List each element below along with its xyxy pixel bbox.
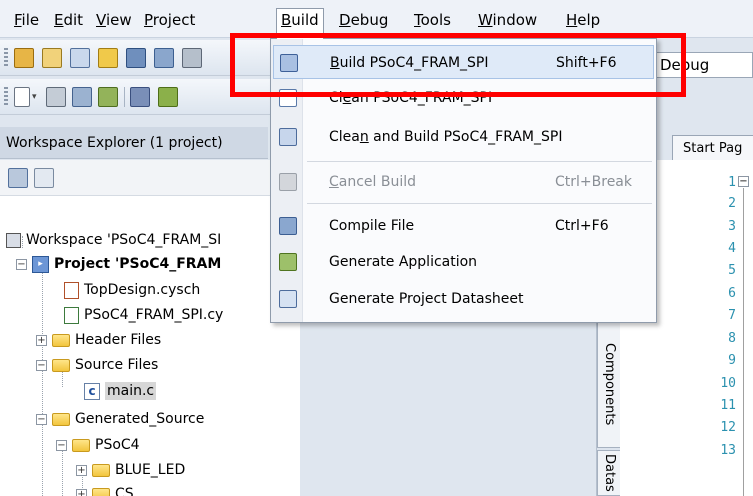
line-number: 5 bbox=[728, 263, 736, 278]
cancel-build-icon bbox=[279, 173, 297, 191]
folder-icon bbox=[72, 438, 90, 452]
new-workspace-icon[interactable] bbox=[14, 48, 34, 68]
menu-item-cancel-build[interactable]: Cancel Build Ctrl+Break bbox=[273, 165, 654, 199]
datasheet-icon bbox=[279, 290, 297, 308]
collapse-toggle[interactable]: − bbox=[16, 258, 27, 270]
menu-window[interactable]: Window bbox=[474, 9, 541, 33]
line-number: 11 bbox=[720, 398, 736, 413]
menu-item-build-project[interactable]: Build PSoC4_FRAM_SPI Shift+F6 bbox=[273, 45, 654, 79]
toolbar-grip[interactable] bbox=[4, 87, 8, 107]
cut-icon[interactable] bbox=[46, 87, 66, 107]
line-number: 1 bbox=[728, 175, 736, 190]
menu-debug[interactable]: Debug bbox=[335, 9, 392, 33]
configuration-combo[interactable]: Debug bbox=[655, 52, 753, 78]
line-number: 2 bbox=[728, 196, 736, 211]
tree-item-main-c[interactable]: c main.c bbox=[84, 379, 157, 403]
build-menu-dropdown: Build PSoC4_FRAM_SPI Shift+F6 Clean PSoC… bbox=[270, 38, 657, 323]
expand-toggle[interactable]: + bbox=[76, 488, 87, 496]
fold-guide bbox=[743, 188, 744, 496]
tree-item-blue-led[interactable]: + BLUE_LED bbox=[76, 458, 185, 482]
fold-toggle[interactable]: − bbox=[738, 176, 749, 187]
tree-item-design-wide[interactable]: PSoC4_FRAM_SPI.cy bbox=[64, 303, 223, 327]
print-icon[interactable] bbox=[182, 48, 202, 68]
menu-project[interactable]: Project bbox=[140, 9, 199, 33]
save-icon[interactable] bbox=[126, 48, 146, 68]
debug-bug-icon[interactable] bbox=[158, 87, 178, 107]
tree-item-cs[interactable]: + CS bbox=[76, 482, 134, 496]
menu-view[interactable]: View bbox=[92, 9, 136, 33]
build-icon bbox=[280, 54, 298, 72]
line-number: 9 bbox=[728, 353, 736, 368]
menu-help[interactable]: Help bbox=[562, 9, 604, 33]
collapse-toggle[interactable]: − bbox=[56, 439, 67, 451]
menu-edit[interactable]: Edit bbox=[50, 9, 87, 33]
collapse-all-icon[interactable] bbox=[8, 168, 28, 188]
workspace-toolbar bbox=[0, 160, 300, 196]
copy-icon[interactable] bbox=[72, 87, 92, 107]
folder-icon bbox=[52, 358, 70, 372]
menu-item-generate-datasheet[interactable]: Generate Project Datasheet bbox=[273, 282, 654, 316]
open-icon[interactable] bbox=[98, 48, 118, 68]
new-file-icon[interactable] bbox=[70, 48, 90, 68]
collapse-toggle[interactable]: − bbox=[36, 413, 47, 425]
menu-item-clean-project[interactable]: Clean PSoC4_FRAM_SPI bbox=[273, 81, 654, 115]
folder-icon bbox=[52, 412, 70, 426]
program-icon[interactable] bbox=[130, 87, 150, 107]
menu-bar: File Edit View Project Build Debug Tools… bbox=[0, 0, 753, 39]
tab-start-page[interactable]: Start Pag bbox=[672, 135, 753, 161]
design-wide-icon bbox=[64, 306, 79, 324]
expand-toggle[interactable]: + bbox=[76, 464, 87, 476]
project-icon: ▸ bbox=[32, 255, 49, 273]
generate-app-icon bbox=[279, 253, 297, 271]
folder-icon bbox=[52, 333, 70, 347]
toolbar-separator bbox=[124, 87, 125, 107]
expand-toggle[interactable]: + bbox=[36, 334, 47, 346]
menu-separator bbox=[307, 161, 652, 162]
line-number: 13 bbox=[720, 443, 736, 458]
line-number: 3 bbox=[728, 219, 736, 234]
menu-tools[interactable]: Tools bbox=[410, 9, 455, 33]
tree-item-project[interactable]: − ▸ Project 'PSoC4_FRAM bbox=[16, 252, 221, 276]
tree-item-generated-source[interactable]: − Generated_Source bbox=[36, 407, 204, 431]
menu-build[interactable]: Build bbox=[276, 8, 324, 39]
menu-item-clean-and-build[interactable]: Clean and Build PSoC4_FRAM_SPI bbox=[273, 120, 654, 154]
tab-components[interactable]: Components bbox=[597, 320, 621, 448]
dropdown-arrow-icon[interactable]: ▾ bbox=[32, 87, 40, 107]
c-file-icon: c bbox=[84, 382, 100, 400]
workspace-icon bbox=[6, 232, 21, 248]
collapse-toggle[interactable]: − bbox=[36, 359, 47, 371]
folder-icon bbox=[92, 487, 110, 496]
tree-item-header-files[interactable]: + Header Files bbox=[36, 328, 161, 352]
line-number: 12 bbox=[720, 420, 736, 435]
folder-icon bbox=[92, 463, 110, 477]
standard-toolbar bbox=[0, 40, 290, 76]
menu-file[interactable]: File bbox=[10, 9, 43, 33]
edit-toolbar: ▾ bbox=[0, 79, 290, 115]
save-all-icon[interactable] bbox=[154, 48, 174, 68]
schematic-icon bbox=[64, 281, 79, 299]
tree-item-workspace[interactable]: Workspace 'PSoC4_FRAM_SI bbox=[6, 228, 221, 252]
insert-icon[interactable] bbox=[14, 87, 30, 107]
menu-item-generate-application[interactable]: Generate Application bbox=[273, 245, 654, 279]
clean-build-icon bbox=[279, 128, 297, 146]
tree-item-source-files[interactable]: − Source Files bbox=[36, 353, 158, 377]
line-number: 8 bbox=[728, 331, 736, 346]
tree-item-psoc4[interactable]: − PSoC4 bbox=[56, 433, 140, 457]
line-number: 6 bbox=[728, 286, 736, 301]
clean-icon bbox=[279, 89, 297, 107]
tree-item-topdesign[interactable]: TopDesign.cysch bbox=[64, 278, 200, 302]
toolbar-grip[interactable] bbox=[4, 48, 8, 68]
new-project-icon[interactable] bbox=[42, 48, 62, 68]
line-number: 7 bbox=[728, 308, 736, 323]
tab-datasheets[interactable]: Datas bbox=[597, 450, 621, 496]
workspace-explorer-header: Workspace Explorer (1 project) bbox=[0, 127, 268, 159]
paste-icon[interactable] bbox=[98, 87, 118, 107]
menu-separator bbox=[307, 203, 652, 204]
line-number: 4 bbox=[728, 241, 736, 256]
line-number: 10 bbox=[720, 376, 736, 391]
compile-icon bbox=[279, 217, 297, 235]
menu-item-compile-file[interactable]: Compile File Ctrl+F6 bbox=[273, 209, 654, 243]
show-files-icon[interactable] bbox=[34, 168, 54, 188]
